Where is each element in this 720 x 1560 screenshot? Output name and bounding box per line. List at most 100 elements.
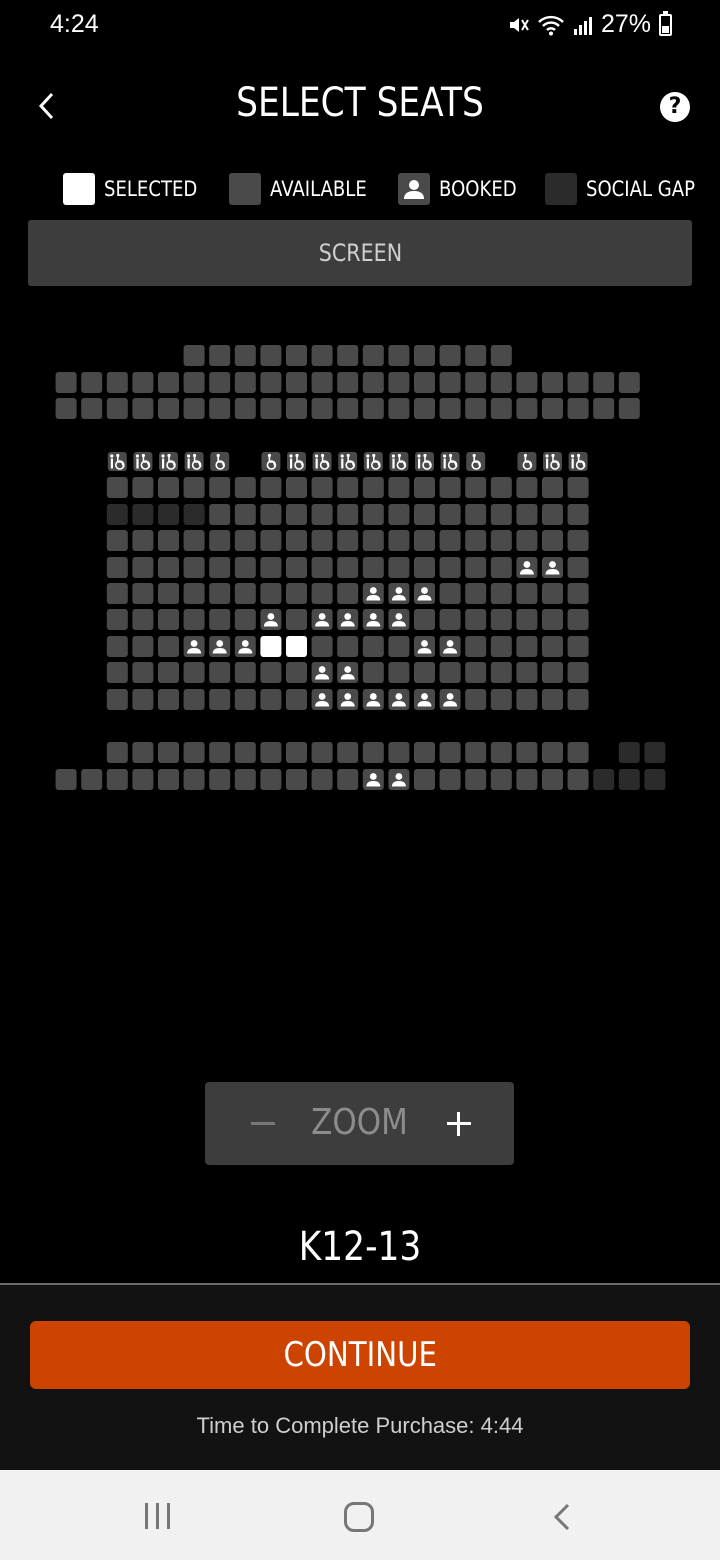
available-seat[interactable] [260,398,282,419]
available-seat[interactable] [260,477,282,498]
companion-seat[interactable] [133,452,153,471]
continue-button[interactable]: CONTINUE [30,1321,690,1389]
available-seat[interactable] [132,636,154,657]
available-seat[interactable] [183,530,205,551]
available-seat[interactable] [286,662,307,683]
available-seat[interactable] [158,609,179,630]
help-button[interactable]: ? [660,92,690,122]
available-seat[interactable] [490,557,512,578]
available-seat[interactable] [260,372,282,393]
available-seat[interactable] [209,345,231,366]
available-seat[interactable] [567,530,589,551]
available-seat[interactable] [311,530,333,551]
wheelchair-seat[interactable] [517,452,537,471]
available-seat[interactable] [106,398,128,419]
available-seat[interactable] [439,477,461,498]
available-seat[interactable] [132,662,154,683]
available-seat[interactable] [81,372,103,393]
companion-seat[interactable] [338,452,358,471]
available-seat[interactable] [542,609,563,630]
available-seat[interactable] [490,583,512,604]
available-seat[interactable] [158,742,179,763]
available-seat[interactable] [311,477,333,498]
available-seat[interactable] [465,583,487,604]
available-seat[interactable] [465,398,487,419]
companion-seat[interactable] [312,452,332,471]
available-seat[interactable] [183,477,205,498]
available-seat[interactable] [490,372,512,393]
available-seat[interactable] [132,398,154,419]
available-seat[interactable] [234,345,256,366]
available-seat[interactable] [209,583,231,604]
selected-seat[interactable] [286,636,307,657]
available-seat[interactable] [286,398,307,419]
available-seat[interactable] [414,530,435,551]
available-seat[interactable] [439,345,461,366]
available-seat[interactable] [516,504,538,525]
available-seat[interactable] [132,769,154,790]
available-seat[interactable] [260,345,282,366]
available-seat[interactable] [490,609,512,630]
available-seat[interactable] [516,689,538,710]
available-seat[interactable] [567,583,589,604]
available-seat[interactable] [516,609,538,630]
available-seat[interactable] [260,689,282,710]
available-seat[interactable] [209,530,231,551]
available-seat[interactable] [388,662,410,683]
available-seat[interactable] [286,689,307,710]
available-seat[interactable] [311,398,333,419]
available-seat[interactable] [542,477,563,498]
available-seat[interactable] [362,504,384,525]
home-button[interactable] [344,1502,374,1532]
available-seat[interactable] [465,530,487,551]
available-seat[interactable] [465,345,487,366]
available-seat[interactable] [337,636,359,657]
available-seat[interactable] [81,398,103,419]
available-seat[interactable] [106,636,128,657]
available-seat[interactable] [362,530,384,551]
available-seat[interactable] [158,398,179,419]
available-seat[interactable] [286,583,307,604]
seat-map[interactable] [0,290,720,810]
available-seat[interactable] [439,530,461,551]
available-seat[interactable] [106,372,128,393]
available-seat[interactable] [388,398,410,419]
available-seat[interactable] [490,504,512,525]
available-seat[interactable] [234,530,256,551]
available-seat[interactable] [439,742,461,763]
available-seat[interactable] [286,372,307,393]
available-seat[interactable] [234,662,256,683]
available-seat[interactable] [337,398,359,419]
available-seat[interactable] [362,372,384,393]
available-seat[interactable] [439,662,461,683]
available-seat[interactable] [260,662,282,683]
available-seat[interactable] [567,662,589,683]
available-seat[interactable] [183,372,205,393]
available-seat[interactable] [311,345,333,366]
available-seat[interactable] [618,398,640,419]
available-seat[interactable] [234,769,256,790]
available-seat[interactable] [490,636,512,657]
available-seat[interactable] [465,636,487,657]
available-seat[interactable] [388,477,410,498]
available-seat[interactable] [158,477,179,498]
available-seat[interactable] [260,530,282,551]
available-seat[interactable] [183,345,205,366]
system-back-button[interactable] [548,1502,578,1532]
available-seat[interactable] [286,557,307,578]
available-seat[interactable] [209,769,231,790]
available-seat[interactable] [567,609,589,630]
available-seat[interactable] [542,662,563,683]
available-seat[interactable] [55,398,77,419]
available-seat[interactable] [286,530,307,551]
available-seat[interactable] [183,662,205,683]
available-seat[interactable] [388,557,410,578]
available-seat[interactable] [542,583,563,604]
available-seat[interactable] [516,662,538,683]
available-seat[interactable] [234,504,256,525]
available-seat[interactable] [286,477,307,498]
available-seat[interactable] [132,583,154,604]
available-seat[interactable] [439,609,461,630]
available-seat[interactable] [516,477,538,498]
available-seat[interactable] [158,689,179,710]
